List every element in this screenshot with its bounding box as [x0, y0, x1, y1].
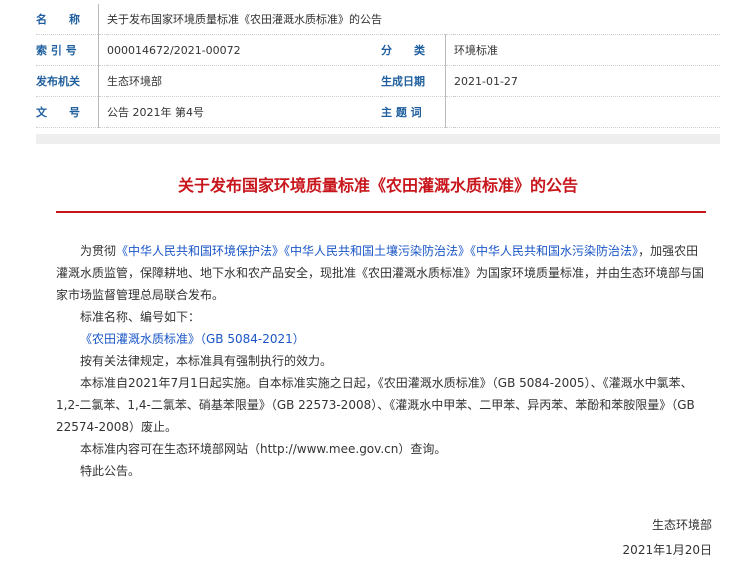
category-label: 分 类: [381, 34, 446, 66]
signature-date: 2021年1月20日: [622, 543, 712, 557]
docno-label: 文 号: [36, 96, 99, 128]
title-divider: [56, 211, 706, 213]
date-label: 生成日期: [381, 65, 446, 97]
p1-prefix: 为贯彻: [80, 244, 117, 258]
publisher-value: 生态环境部: [107, 65, 381, 97]
category-value: 环境标准: [454, 34, 720, 66]
metadata-row-index: 索 引 号 000014672/2021-00072 分 类 环境标准: [36, 34, 720, 66]
index-label: 索 引 号: [36, 34, 99, 66]
announcement-body: 为贯彻《中华人民共和国环境保护法》《中华人民共和国土壤污染防治法》《中华人民共和…: [56, 240, 710, 482]
law-link-soil-pollution[interactable]: 《中华人民共和国土壤污染防治法》: [284, 244, 470, 258]
metadata-row-name: 名 称 关于发布国家环境质量标准《农田灌溉水质标准》的公告: [36, 4, 720, 35]
metadata-row-docno: 文 号 公告 2021年 第4号 主 题 词: [36, 96, 720, 128]
paragraph-6: 本标准内容可在生态环境部网站（http://www.mee.gov.cn）查询。: [80, 442, 447, 456]
page-title: 关于发布国家环境质量标准《农田灌溉水质标准》的公告: [177, 176, 578, 195]
index-value: 000014672/2021-00072: [107, 34, 381, 66]
subject-label: 主 题 词: [381, 96, 446, 128]
paragraph-3: 《农田灌溉水质标准》（GB 5084-2021）: [56, 328, 710, 350]
date-value: 2021-01-27: [454, 65, 720, 97]
law-link-water-pollution[interactable]: 《中华人民共和国水污染防治法》: [470, 244, 638, 258]
docno-value: 公告 2021年 第4号: [107, 96, 381, 128]
name-label: 名 称: [36, 4, 99, 35]
paragraph-1: 为贯彻《中华人民共和国环境保护法》《中华人民共和国土壤污染防治法》《中华人民共和…: [56, 240, 710, 306]
paragraph-5: 本标准自2021年7月1日起实施。自本标准实施之日起，《农田灌溉水质标准》（GB…: [56, 376, 695, 434]
subject-value: [454, 96, 720, 128]
metadata-row-publisher: 发布机关 生态环境部 生成日期 2021-01-27: [36, 65, 720, 97]
header-divider-band: [36, 134, 720, 144]
document-metadata-table: 名 称 关于发布国家环境质量标准《农田灌溉水质标准》的公告 索 引 号 0000…: [36, 4, 720, 128]
signature-org: 生态环境部: [651, 518, 712, 532]
law-link-environmental-protection[interactable]: 《中华人民共和国环境保护法》: [116, 244, 284, 258]
paragraph-7: 特此公告。: [80, 464, 141, 478]
paragraph-2: 标准名称、编号如下：: [80, 310, 201, 324]
paragraph-4: 按有关法律规定，本标准具有强制执行的效力。: [80, 354, 333, 368]
name-value: 关于发布国家环境质量标准《农田灌溉水质标准》的公告: [107, 4, 720, 35]
standard-link[interactable]: 《农田灌溉水质标准》（GB 5084-2021）: [80, 332, 305, 346]
publisher-label: 发布机关: [36, 65, 99, 97]
